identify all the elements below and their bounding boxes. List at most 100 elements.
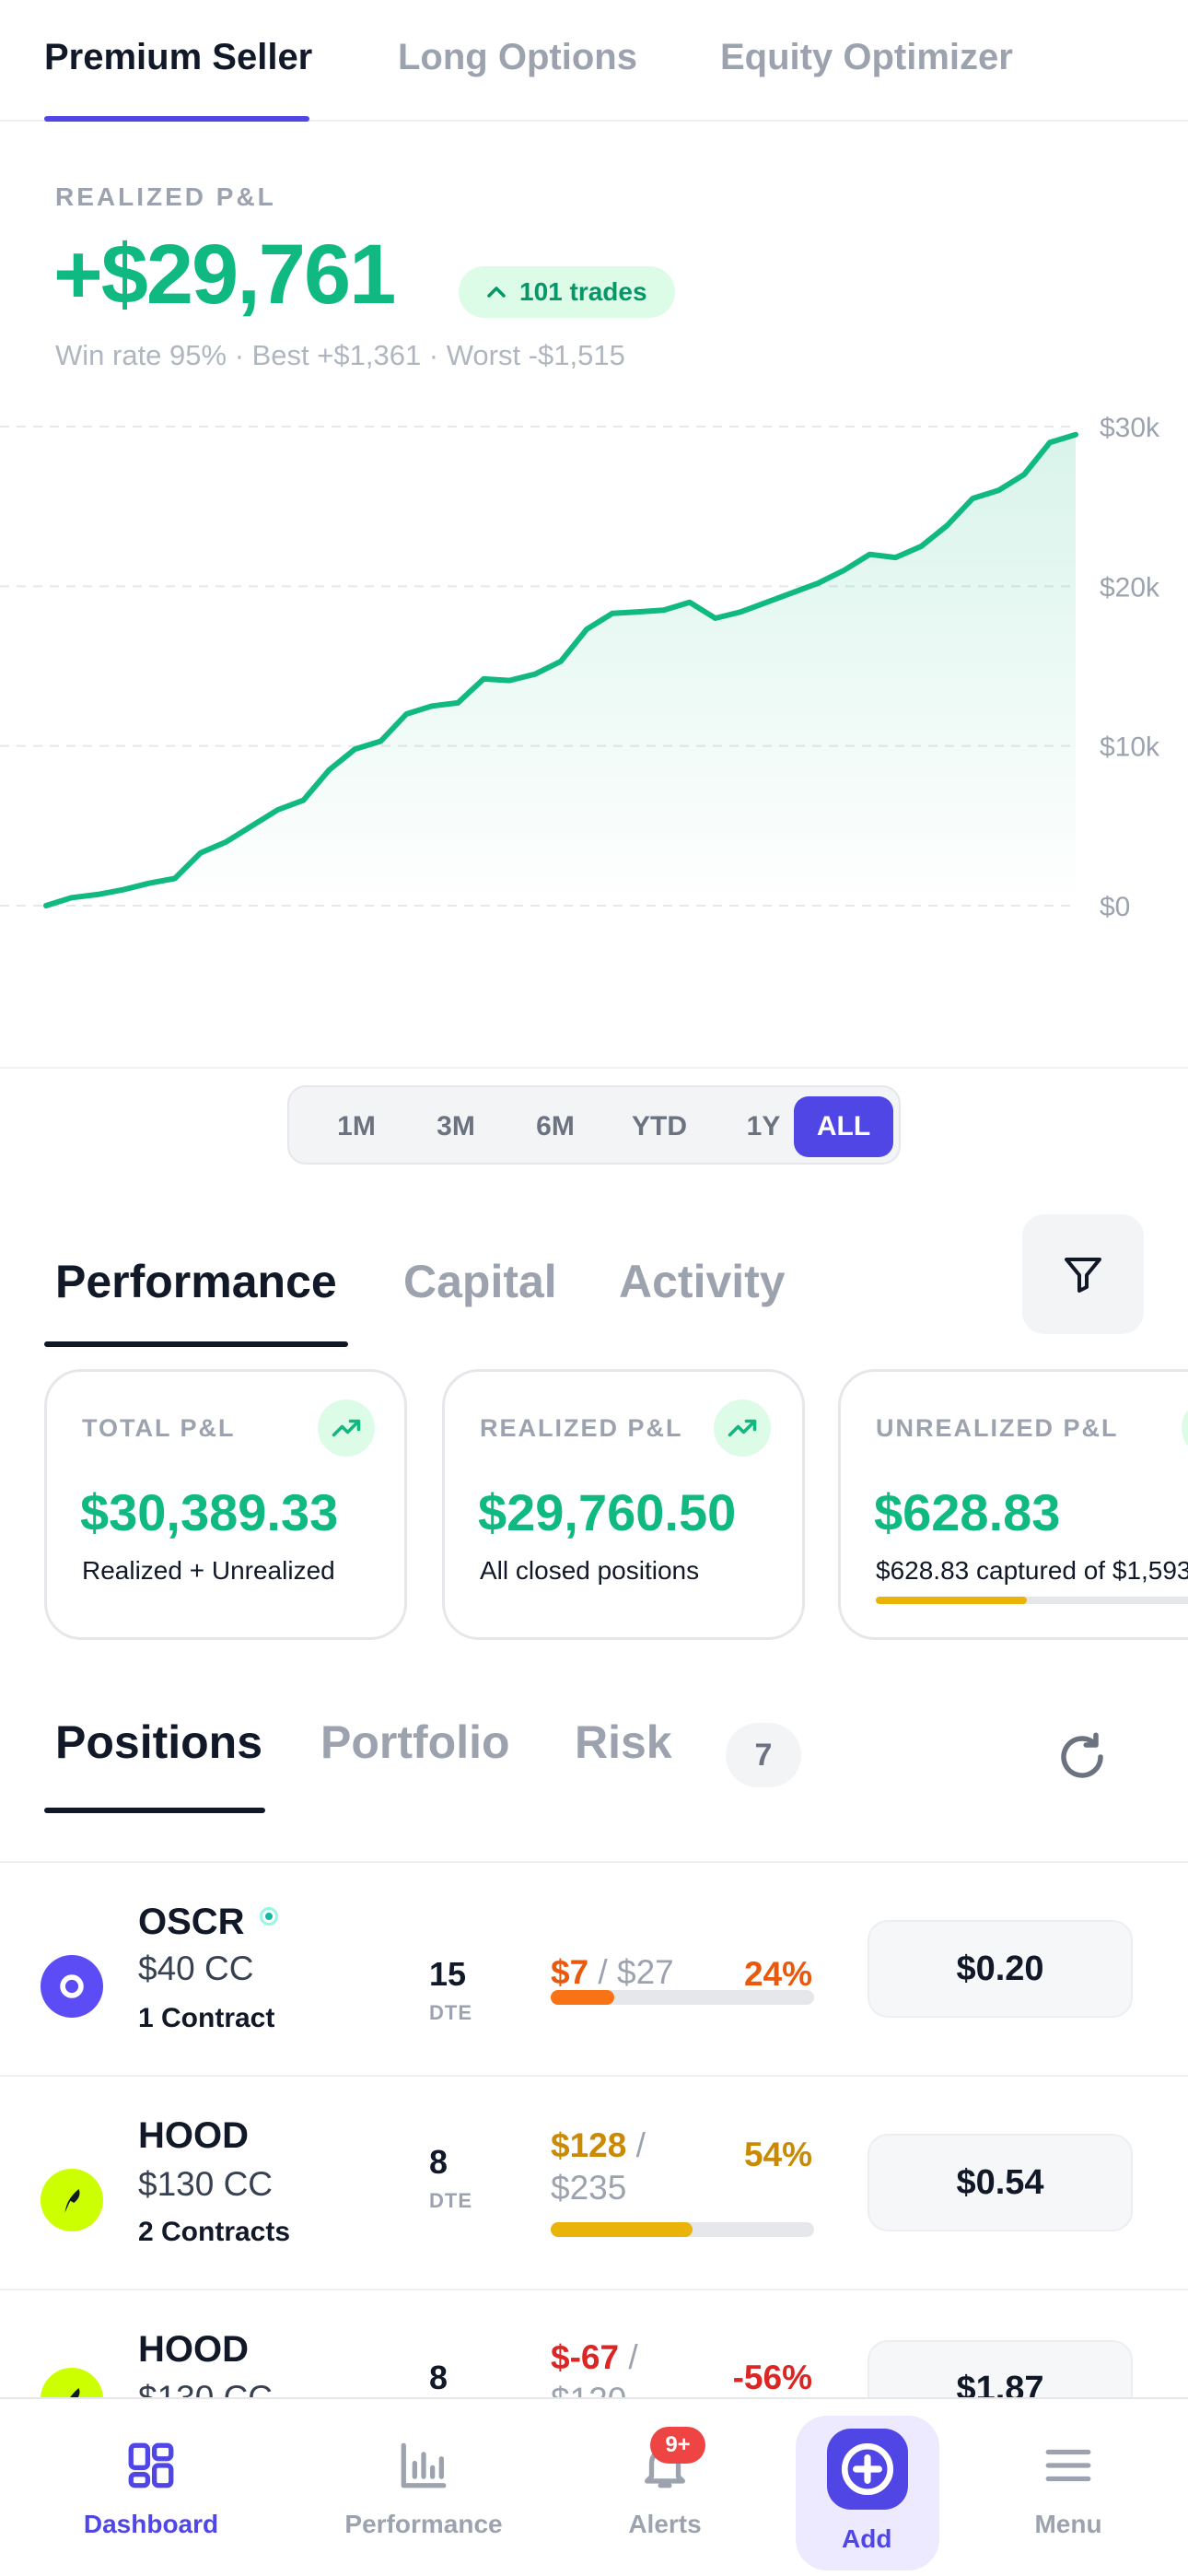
card-value: $30,389.33 — [80, 1483, 339, 1541]
active-tab-indicator — [44, 116, 309, 122]
range-1m[interactable]: 1M — [315, 1096, 398, 1157]
realized-pnl-value: +$29,761 — [53, 228, 396, 322]
nav-label: Alerts — [628, 2510, 702, 2538]
position-row-hood[interactable]: HOOD $130 CC 2 Contracts 8 DTE $128 / $2… — [0, 2077, 1188, 2290]
capture-progress-fill — [876, 1597, 1027, 1604]
card-label: UNREALIZED P&L — [876, 1414, 1119, 1442]
nav-label: Menu — [1034, 2510, 1102, 2538]
premium-total: $27 — [617, 1953, 674, 1991]
dte-label: DTE — [429, 2001, 472, 2024]
tab-activity[interactable]: Activity — [619, 1255, 786, 1308]
premium-captured: $7 — [551, 1953, 589, 1991]
nav-alerts[interactable]: Alerts — [589, 2399, 740, 2576]
pnl-chart: $30k $20k $10k $0 — [0, 413, 1160, 922]
premium-captured: $128 — [551, 2126, 627, 2164]
card-total-pnl[interactable]: TOTAL P&L $30,389.33 Realized + Unrealiz… — [44, 1369, 407, 1640]
add-button[interactable] — [827, 2429, 908, 2510]
ticker: OSCR — [138, 1902, 245, 1942]
trending-up-icon — [318, 1399, 375, 1457]
trending-up-icon — [714, 1399, 771, 1457]
time-range-selector: 1M 3M 6M YTD 1Y ALL — [287, 1085, 901, 1165]
list-tab-indicator — [44, 1808, 265, 1813]
filter-icon — [1065, 1258, 1101, 1293]
tab-portfolio[interactable]: Portfolio — [320, 1715, 510, 1769]
capture-bar — [551, 2222, 814, 2237]
trades-count: 101 trades — [519, 277, 647, 306]
tab-positions[interactable]: Positions — [55, 1715, 262, 1769]
contracts: 2 Contracts — [138, 2217, 291, 2247]
y-tick-label: $30k — [1100, 413, 1160, 443]
refresh-icon — [1061, 1732, 1103, 1778]
realized-pnl-label: REALIZED P&L — [55, 182, 276, 211]
capture-percent: 24% — [743, 1955, 812, 1993]
card-unrealized-pnl[interactable]: UNREALIZED P&L $628.83 $628.83 captured … — [838, 1369, 1188, 1640]
dte-value: 8 — [429, 2359, 448, 2396]
refresh-button[interactable] — [1050, 1725, 1114, 1789]
card-value: $628.83 — [874, 1483, 1061, 1541]
section-tab-indicator — [44, 1341, 348, 1347]
filter-button[interactable] — [1022, 1214, 1144, 1334]
strike: $130 CC — [138, 2165, 274, 2203]
range-1y[interactable]: 1Y — [722, 1096, 805, 1157]
range-all[interactable]: ALL — [794, 1096, 893, 1157]
nav-menu[interactable]: Menu — [996, 2399, 1140, 2576]
trades-badge: 101 trades — [459, 266, 675, 318]
capture-percent: -56% — [732, 2359, 812, 2396]
bar-chart-icon — [394, 2436, 453, 2495]
live-status-dot — [260, 1907, 278, 1926]
ticker: HOOD — [138, 2329, 249, 2370]
premium-captured: $-67 — [551, 2338, 620, 2376]
range-3m[interactable]: 3M — [414, 1096, 497, 1157]
bottom-navigation: Dashboard Performance Alerts 9+ Add Menu — [0, 2397, 1188, 2576]
win-rate-summary: Win rate 95% · Best +$1,361 · Worst -$1,… — [55, 339, 625, 371]
tab-risk[interactable]: Risk — [575, 1715, 672, 1769]
chart-divider — [0, 1067, 1188, 1069]
nav-label: Dashboard — [83, 2510, 219, 2538]
chevron-up-icon — [487, 287, 506, 298]
premium-separator: / — [626, 2126, 646, 2164]
dte-value: 15 — [429, 1955, 467, 1993]
oscar-logo-icon — [41, 1955, 103, 2018]
premium-progress: $7 / $27 — [551, 1951, 753, 1994]
card-subtitle: Realized + Unrealized — [82, 1556, 335, 1585]
buyback-price-button[interactable]: $0.20 — [868, 1920, 1133, 2018]
range-ytd[interactable]: YTD — [613, 1096, 705, 1157]
card-subtitle: $628.83 captured of $1,593 — [876, 1556, 1188, 1585]
nav-dashboard[interactable]: Dashboard — [66, 2399, 236, 2576]
capture-progress-bar — [876, 1597, 1188, 1604]
capture-bar-fill — [551, 1990, 614, 2005]
ticker: HOOD — [138, 2115, 249, 2156]
dte-value: 8 — [429, 2143, 448, 2181]
card-label: TOTAL P&L — [82, 1414, 236, 1442]
strike: $40 CC — [138, 1950, 254, 1987]
pnl-area — [46, 434, 1076, 906]
premium-separator: / — [588, 1953, 617, 1991]
add-label[interactable]: Add — [842, 2524, 891, 2554]
nav-performance[interactable]: Performance — [332, 2399, 516, 2576]
card-value: $29,760.50 — [478, 1483, 737, 1541]
top-tab-bar: Premium Seller Long Options Equity Optim… — [0, 0, 1188, 122]
menu-icon — [1039, 2436, 1098, 2495]
card-realized-pnl[interactable]: REALIZED P&L $29,760.50 All closed posit… — [442, 1369, 805, 1640]
robinhood-logo-icon — [41, 2169, 103, 2231]
capture-bar — [551, 1990, 814, 2005]
capture-percent: 54% — [743, 2136, 812, 2173]
positions-count-badge: 7 — [726, 1723, 801, 1787]
dte-label: DTE — [429, 2189, 472, 2212]
nav-label: Performance — [344, 2510, 503, 2538]
tab-performance[interactable]: Performance — [55, 1255, 337, 1308]
capture-bar-fill — [551, 2222, 693, 2237]
premium-total: $235 — [551, 2169, 627, 2207]
contracts: 1 Contract — [138, 2003, 275, 2033]
plus-circle-icon — [841, 2442, 894, 2496]
premium-separator: / — [619, 2338, 638, 2376]
premium-progress: $128 / $235 — [551, 2125, 670, 2209]
tab-capital[interactable]: Capital — [403, 1255, 557, 1308]
range-6m[interactable]: 6M — [514, 1096, 597, 1157]
tab-equity-optimizer[interactable]: Equity Optimizer — [720, 37, 1013, 78]
buyback-price-button[interactable]: $0.54 — [868, 2134, 1133, 2231]
card-subtitle: All closed positions — [480, 1556, 700, 1585]
position-row-oscr[interactable]: OSCR $40 CC 1 Contract 15 DTE $7 / $27 2… — [0, 1863, 1188, 2077]
tab-long-options[interactable]: Long Options — [398, 37, 637, 78]
tab-premium-seller[interactable]: Premium Seller — [44, 37, 312, 78]
